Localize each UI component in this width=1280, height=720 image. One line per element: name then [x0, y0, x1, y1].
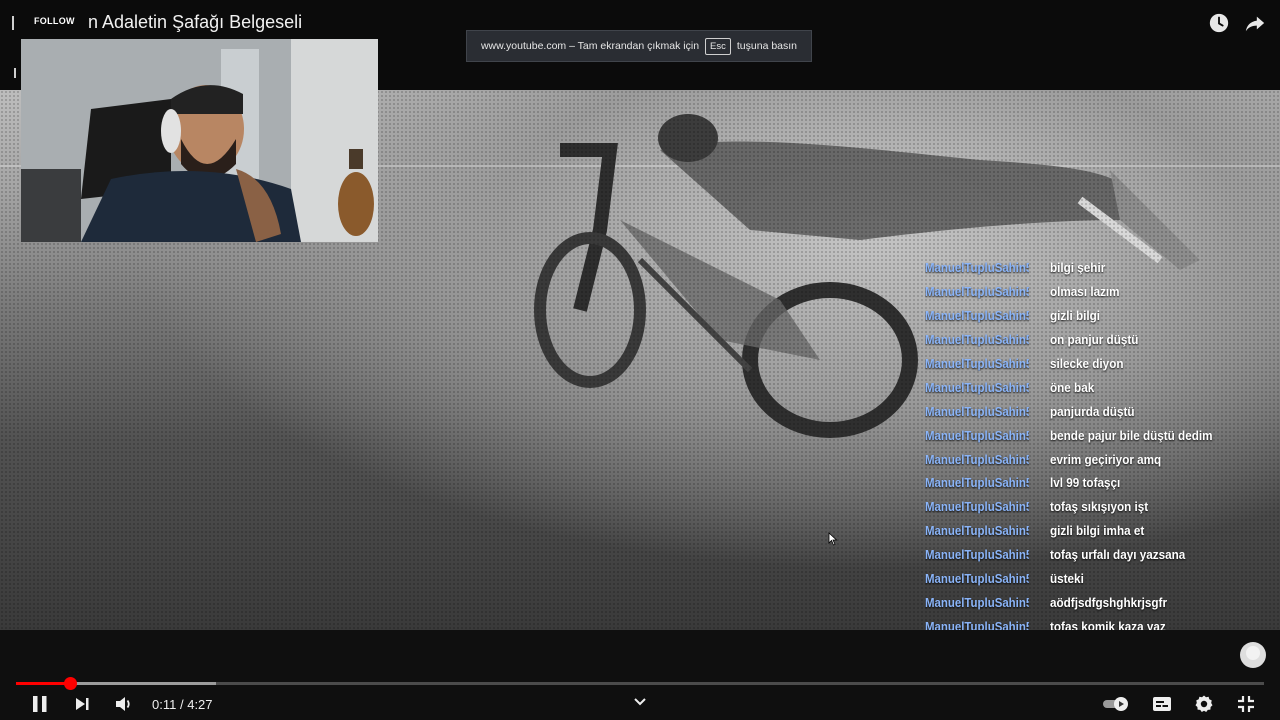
- chat-username[interactable]: ManuelTupluSahin5...: [925, 595, 1029, 610]
- chat-username[interactable]: ManuelTupluSahin5...: [925, 452, 1029, 467]
- fullscreen-exit-notice: www.youtube.com – Tam ekrandan çıkmak iç…: [466, 30, 812, 62]
- chat-message: ManuelTupluSahin5... evrim geçiriyor amq: [925, 447, 1255, 471]
- title-divider: [14, 68, 16, 78]
- exit-fullscreen-icon[interactable]: [1234, 692, 1258, 716]
- avatar[interactable]: [1240, 642, 1266, 668]
- chat-message: ManuelTupluSahin5... öne bak: [925, 375, 1255, 399]
- chat-message: ManuelTupluSahin5... üsteki: [925, 567, 1255, 591]
- chat-message-text: öne bak: [1050, 379, 1095, 395]
- controls-right: [1102, 692, 1258, 716]
- time-display: 0:11 / 4:27: [152, 697, 213, 712]
- chat-message-text: üsteki: [1050, 571, 1084, 587]
- chat-username[interactable]: ManuelTupluSahin5...: [925, 332, 1029, 347]
- next-icon[interactable]: [70, 692, 94, 716]
- fullscreen-notice-prefix: www.youtube.com – Tam ekrandan çıkmak iç…: [480, 40, 700, 52]
- settings-icon[interactable]: [1192, 692, 1216, 716]
- chat-message: ManuelTupluSahin5... lvl 99 tofaşçı: [925, 471, 1255, 495]
- chat-message-text: tofaş sıkışıyon işt: [1050, 499, 1149, 515]
- chat-message-text: tofaş urfalı dayı yazsana: [1050, 547, 1186, 563]
- chat-message: ManuelTupluSahin5... gizli bilgi: [925, 304, 1255, 328]
- progress-scrubber[interactable]: [63, 677, 77, 690]
- chat-message-text: aödfjsdfgshghkrjsgfr: [1050, 594, 1168, 610]
- progress-played: [16, 682, 70, 685]
- chat-username[interactable]: ManuelTupluSahin5...: [925, 284, 1029, 299]
- autoplay-toggle-icon[interactable]: [1102, 692, 1132, 716]
- chat-username[interactable]: ManuelTupluSahin5...: [925, 260, 1029, 275]
- chat-username[interactable]: ManuelTupluSahin5...: [925, 571, 1029, 586]
- chat-message: ManuelTupluSahin5... silecke diyon: [925, 352, 1255, 376]
- chat-message-text: gizli bilgi: [1050, 308, 1101, 324]
- mouse-cursor-icon: [828, 532, 838, 546]
- chat-username[interactable]: ManuelTupluSahin5...: [925, 547, 1029, 562]
- chat-username[interactable]: ManuelTupluSahin5...: [925, 356, 1029, 371]
- time-separator: /: [179, 696, 184, 712]
- webcam-image: [21, 39, 378, 242]
- chat-message-text: gizli bilgi imha et: [1050, 523, 1145, 539]
- chat-username[interactable]: ManuelTupluSahin5...: [925, 404, 1029, 419]
- watch-later-icon[interactable]: [1208, 12, 1230, 34]
- chat-username[interactable]: ManuelTupluSahin5...: [925, 475, 1029, 490]
- chat-username[interactable]: ManuelTupluSahin5...: [925, 380, 1029, 395]
- duration: 4:27: [187, 696, 213, 712]
- player-controls: 0:11 / 4:27: [0, 630, 1280, 720]
- chat-message: ManuelTupluSahin5... bilgi şehir: [925, 256, 1255, 280]
- title-divider: [12, 16, 14, 30]
- chat-message: ManuelTupluSahin5... olması lazım: [925, 280, 1255, 304]
- chat-message: ManuelTupluSahin5... bende pajur bile düş…: [925, 423, 1255, 447]
- chevron-down-icon[interactable]: [633, 694, 647, 712]
- live-chat-overlay: ManuelTupluSahin5...bilgi şehirManuelTup…: [925, 256, 1255, 662]
- top-actions: [1208, 12, 1266, 34]
- chat-message-text: silecke diyon: [1050, 356, 1124, 371]
- chat-message: ManuelTupluSahin5... on panjur düştü: [925, 328, 1255, 352]
- chat-message-text: evrim geçiriyor amq: [1050, 451, 1162, 467]
- chat-message-text: on panjur düştü: [1050, 332, 1139, 348]
- chat-message: ManuelTupluSahin5... tofaş urfalı dayı ya…: [925, 543, 1255, 567]
- chat-username[interactable]: ManuelTupluSahin5...: [925, 428, 1029, 443]
- follow-overlay-label: FOLLOW: [34, 16, 75, 26]
- chat-message: ManuelTupluSahin5... panjurda düştü: [925, 399, 1255, 423]
- streamer-webcam: [21, 39, 378, 242]
- video-title[interactable]: n Adaletin Şafağı Belgeseli: [88, 12, 302, 33]
- chat-message-text: lvl 99 tofaşçı: [1050, 475, 1121, 491]
- progress-bar[interactable]: [16, 677, 1264, 690]
- chat-message-text: panjurda düştü: [1050, 403, 1135, 419]
- chat-message-text: bende pajur bile düştü dedim: [1050, 427, 1213, 443]
- current-time: 0:11: [152, 696, 177, 712]
- share-icon[interactable]: [1244, 12, 1266, 34]
- volume-icon[interactable]: [112, 692, 136, 716]
- chat-username[interactable]: ManuelTupluSahin5...: [925, 523, 1029, 538]
- chat-message-text: bilgi şehir: [1050, 260, 1106, 276]
- pause-icon[interactable]: [28, 692, 52, 716]
- esc-key-hint: Esc: [705, 37, 731, 55]
- chat-username[interactable]: ManuelTupluSahin5...: [925, 499, 1029, 514]
- chat-message-text: olması lazım: [1050, 284, 1120, 300]
- chat-message: ManuelTupluSahin5... aödfjsdfgshghkrjsgfr: [925, 590, 1255, 614]
- controls-left: 0:11 / 4:27: [28, 692, 213, 716]
- subtitles-icon[interactable]: [1150, 692, 1174, 716]
- fullscreen-notice-suffix: tuşuna basın: [736, 40, 798, 52]
- chat-message: ManuelTupluSahin5... gizli bilgi imha et: [925, 519, 1255, 543]
- chat-message: ManuelTupluSahin5... tofaş sıkışıyon işt: [925, 495, 1255, 519]
- chat-username[interactable]: ManuelTupluSahin5...: [925, 308, 1029, 323]
